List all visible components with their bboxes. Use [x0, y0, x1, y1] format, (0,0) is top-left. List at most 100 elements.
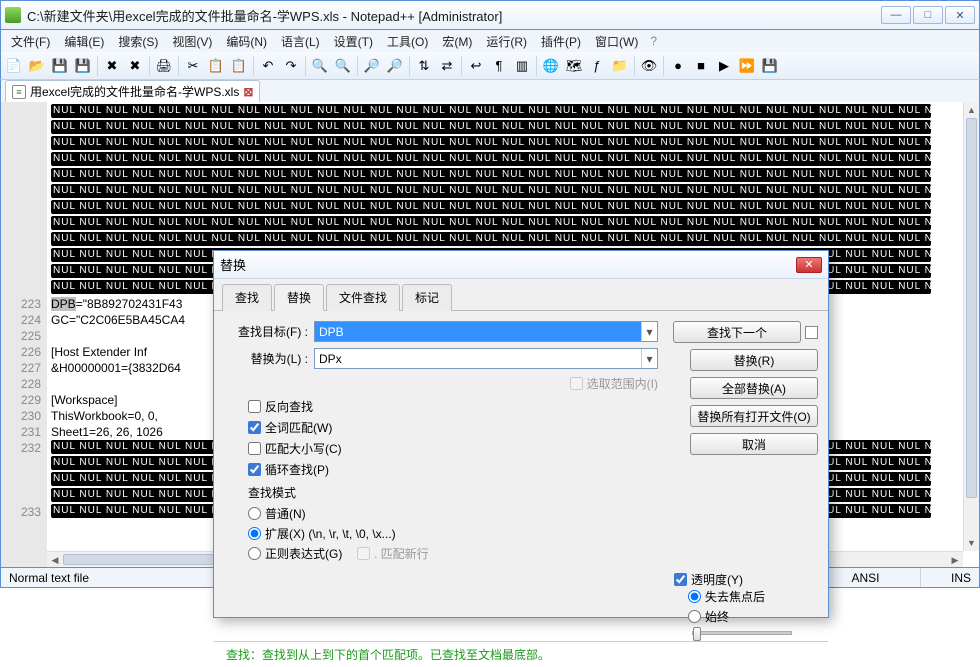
always-radio[interactable]: 始终 [688, 608, 818, 625]
menu-item-3[interactable]: 视图(V) [166, 31, 218, 52]
dialog-tab-0[interactable]: 查找 [222, 284, 272, 311]
replace-icon[interactable]: 🔍 [332, 55, 354, 77]
func-list-icon[interactable]: ƒ [586, 55, 608, 77]
menu-item-2[interactable]: 搜索(S) [112, 31, 164, 52]
zoom-in-icon[interactable]: 🔎 [361, 55, 383, 77]
replace-combo[interactable]: ▾ [314, 348, 658, 369]
save-macro-icon[interactable]: 💾 [759, 55, 781, 77]
match-case-check[interactable]: 匹配大小写(C) [248, 440, 658, 457]
minimize-button[interactable]: — [881, 6, 911, 24]
dialog-close-button[interactable]: ✕ [796, 257, 822, 273]
dropdown-icon[interactable]: ▾ [641, 322, 657, 341]
vertical-scrollbar[interactable]: ▲ ▼ [963, 102, 979, 551]
find-icon[interactable]: 🔍 [309, 55, 331, 77]
replace-button[interactable]: 替换(R) [690, 349, 818, 371]
lang-icon[interactable]: 🌐 [540, 55, 562, 77]
menu-item-1[interactable]: 编辑(E) [58, 31, 110, 52]
replace-all-button[interactable]: 全部替换(A) [690, 377, 818, 399]
close-all-icon[interactable]: ✖ [124, 55, 146, 77]
scroll-down-arrow-icon[interactable]: ▼ [964, 535, 979, 551]
scroll-left-arrow-icon[interactable]: ◀ [47, 552, 63, 567]
toolbar-separator [536, 56, 537, 76]
menu-item-8[interactable]: 宏(M) [436, 31, 478, 52]
on-lose-focus-radio[interactable]: 失去焦点后 [688, 588, 818, 605]
maximize-button[interactable]: □ [913, 6, 943, 24]
mode-normal-radio[interactable]: 普通(N) [248, 505, 658, 522]
play-multi-icon[interactable]: ⏩ [736, 55, 758, 77]
whole-word-checkbox[interactable] [248, 421, 261, 434]
in-selection-row: 选取范围内(I) [228, 375, 658, 392]
transparency-check[interactable]: 透明度(Y) [674, 571, 818, 588]
sync-v-icon[interactable]: ⇅ [413, 55, 435, 77]
window-buttons: — □ ✕ [881, 6, 975, 24]
replace-in-open-button[interactable]: 替换所有打开文件(O) [690, 405, 818, 427]
dialog-tab-1[interactable]: 替换 [274, 284, 324, 311]
menu-item-9[interactable]: 运行(R) [480, 31, 533, 52]
wrap-checkbox[interactable] [248, 463, 261, 476]
menu-item-6[interactable]: 设置(T) [328, 31, 379, 52]
replace-input[interactable] [315, 349, 641, 368]
stop-macro-icon[interactable]: ■ [690, 55, 712, 77]
scroll-up-arrow-icon[interactable]: ▲ [964, 102, 979, 118]
transparency-checkbox[interactable] [674, 573, 687, 586]
doc-map-icon[interactable]: 🗺 [563, 55, 585, 77]
transparency-slider[interactable] [692, 631, 792, 635]
find-next-aux-checkbox[interactable] [805, 326, 818, 339]
menu-item-0[interactable]: 文件(F) [5, 31, 56, 52]
close-window-button[interactable]: ✕ [945, 6, 975, 24]
sync-h-icon[interactable]: ⇄ [436, 55, 458, 77]
menu-item-11[interactable]: 窗口(W) [589, 31, 644, 52]
copy-icon[interactable]: 📋 [205, 55, 227, 77]
mode-extended-radio[interactable]: 扩展(X) (\n, \r, \t, \0, \x...) [248, 525, 658, 542]
cancel-button[interactable]: 取消 [690, 433, 818, 455]
menu-bar: 文件(F)编辑(E)搜索(S)视图(V)编码(N)语言(L)设置(T)工具(O)… [0, 30, 980, 52]
dropdown-icon[interactable]: ▾ [641, 349, 657, 368]
dialog-tab-3[interactable]: 标记 [402, 284, 452, 311]
dialog-title-bar[interactable]: 替换 ✕ [214, 251, 828, 279]
undo-icon[interactable]: ↶ [257, 55, 279, 77]
redo-icon[interactable]: ↷ [280, 55, 302, 77]
reverse-check[interactable]: 反向查找 [248, 398, 658, 415]
file-tab[interactable]: ≡ 用excel完成的文件批量命名-学WPS.xls ⊠ [5, 80, 260, 102]
menu-item-7[interactable]: 工具(O) [381, 31, 434, 52]
indent-guide-icon[interactable]: ▥ [511, 55, 533, 77]
menu-item-4[interactable]: 编码(N) [220, 31, 273, 52]
find-next-button[interactable]: 查找下一个 [673, 321, 801, 343]
scroll-right-arrow-icon[interactable]: ▶ [947, 552, 963, 567]
scrollbar-thumb[interactable] [966, 118, 977, 498]
mode-regex-radio[interactable]: 正则表达式(G) . 匹配新行 [248, 545, 658, 562]
menu-help-icon[interactable]: ? [650, 34, 657, 48]
folder-icon[interactable]: 📁 [609, 55, 631, 77]
scrollbar-thumb[interactable] [63, 554, 223, 565]
find-combo[interactable]: ▾ [314, 321, 658, 342]
print-icon[interactable]: 🖨 [153, 55, 175, 77]
cut-icon[interactable]: ✂ [182, 55, 204, 77]
replace-label: 替换为(L) : [228, 350, 308, 367]
close-icon[interactable]: ✖ [101, 55, 123, 77]
line-number-gutter: 223224225226227228229230231232233 [1, 102, 47, 567]
reverse-checkbox[interactable] [248, 400, 261, 413]
dialog-tab-2[interactable]: 文件查找 [326, 284, 400, 311]
menu-item-5[interactable]: 语言(L) [275, 31, 326, 52]
tab-close-button[interactable]: ⊠ [243, 85, 253, 99]
word-wrap-icon[interactable]: ↩ [465, 55, 487, 77]
record-macro-icon[interactable]: ● [667, 55, 689, 77]
find-input[interactable] [315, 322, 641, 341]
paste-icon[interactable]: 📋 [228, 55, 250, 77]
show-all-chars-icon[interactable]: ¶ [488, 55, 510, 77]
save-icon[interactable]: 💾 [49, 55, 71, 77]
new-file-icon[interactable]: 📄 [3, 55, 25, 77]
match-case-checkbox[interactable] [248, 442, 261, 455]
monitor-icon[interactable]: 👁 [638, 55, 660, 77]
open-file-icon[interactable]: 📂 [26, 55, 48, 77]
status-mode: INS [921, 568, 979, 587]
save-all-icon[interactable]: 💾 [72, 55, 94, 77]
whole-word-check[interactable]: 全词匹配(W) [248, 419, 658, 436]
menu-item-10[interactable]: 插件(P) [535, 31, 587, 52]
slider-knob[interactable] [693, 627, 701, 641]
zoom-out-icon[interactable]: 🔎 [384, 55, 406, 77]
find-row: 查找目标(F) : ▾ [228, 321, 658, 342]
wrap-check[interactable]: 循环查找(P) [248, 461, 658, 478]
app-icon [5, 7, 21, 23]
play-macro-icon[interactable]: ▶ [713, 55, 735, 77]
